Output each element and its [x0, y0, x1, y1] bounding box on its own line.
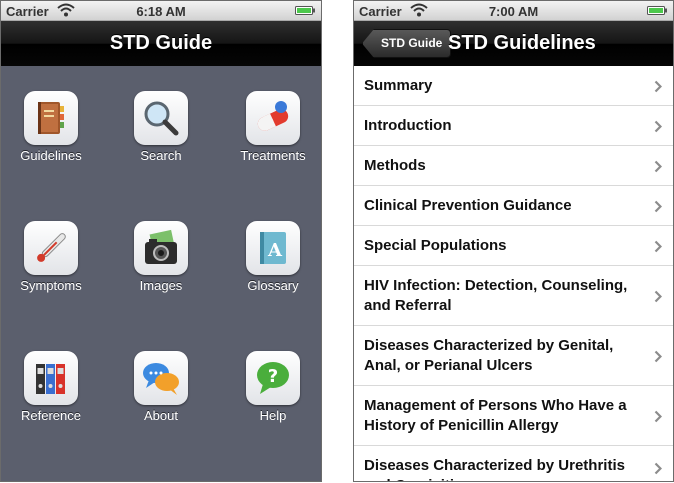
list-item-label: Special Populations: [364, 236, 507, 254]
home-item-label: About: [144, 408, 178, 423]
list-item-label: Introduction: [364, 116, 452, 134]
list-item[interactable]: Summary: [354, 66, 673, 106]
guidelines-list: Summary Introduction Methods Clinical Pr…: [354, 66, 673, 481]
home-item-help[interactable]: ? Help: [223, 351, 321, 423]
chevron-right-icon: [654, 350, 662, 362]
nav-bar: STD Guide STD Guidelines: [354, 21, 673, 66]
chevron-right-icon: [654, 462, 662, 475]
status-time: 6:18 AM: [136, 4, 186, 19]
page-title: STD Guide: [109, 32, 213, 54]
home-item-label: Images: [139, 278, 183, 293]
chevron-right-icon: [654, 240, 662, 252]
magnifier-icon: [134, 91, 188, 145]
status-bar: Carrier 7:00 AM: [354, 1, 673, 21]
list-item[interactable]: Diseases Characterized by Genital, Anal,…: [354, 326, 673, 386]
list-item-label: Methods: [364, 156, 426, 174]
list-item-label: HIV Infection: Detection, Counseling, an…: [364, 276, 628, 314]
home-screen: Carrier 6:18 AM STD Guide Guidelines Sea…: [0, 0, 322, 482]
list-item[interactable]: HIV Infection: Detection, Counseling, an…: [354, 266, 673, 326]
list-item-label: Management of Persons Who Have a History…: [364, 396, 627, 434]
chevron-right-icon: [654, 410, 662, 422]
guidelines-screen: Carrier 7:00 AM STD Guide STD Guidelines…: [353, 0, 674, 482]
thermometer-icon: [24, 221, 78, 275]
chevron-right-icon: [654, 290, 662, 302]
list-item-label: Diseases Characterized by Urethritis and…: [364, 457, 625, 481]
battery-icon: [295, 6, 315, 15]
page-title: STD Guidelines: [448, 32, 596, 54]
speech-bubbles-icon: [134, 351, 188, 405]
glossary-book-icon: A: [246, 221, 300, 275]
help-bubble-icon: ?: [246, 351, 300, 405]
list-item[interactable]: Methods: [354, 146, 673, 186]
home-item-images[interactable]: Images: [111, 221, 211, 293]
home-item-guidelines[interactable]: Guidelines: [1, 91, 101, 163]
home-item-glossary[interactable]: A Glossary: [223, 221, 321, 293]
home-item-reference[interactable]: Reference: [1, 351, 101, 423]
home-item-label: Glossary: [247, 278, 299, 293]
home-item-label: Treatments: [240, 148, 306, 163]
home-item-label: Guidelines: [20, 148, 82, 163]
list-item[interactable]: Special Populations: [354, 226, 673, 266]
chevron-right-icon: [654, 160, 662, 172]
nav-bar: STD Guide: [1, 21, 321, 66]
svg-text:A: A: [267, 240, 283, 261]
home-item-label: Reference: [21, 408, 81, 423]
home-item-about[interactable]: About: [111, 351, 211, 423]
binders-icon: [24, 351, 78, 405]
camera-icon: [134, 221, 188, 275]
home-item-search[interactable]: Search: [111, 91, 211, 163]
list-item-label: Clinical Prevention Guidance: [364, 196, 572, 214]
home-item-label: Search: [140, 148, 182, 163]
home-grid: Guidelines Search Treatments Symptoms Im…: [1, 66, 321, 481]
list-item[interactable]: Management of Persons Who Have a History…: [354, 386, 673, 446]
status-bar: Carrier 6:18 AM: [1, 1, 321, 21]
status-time: 7:00 AM: [488, 4, 539, 19]
home-item-symptoms[interactable]: Symptoms: [1, 221, 101, 293]
list-item-label: Summary: [364, 76, 433, 94]
list-item[interactable]: Introduction: [354, 106, 673, 146]
list-item-label: Diseases Characterized by Genital, Anal,…: [364, 336, 614, 374]
home-item-label: Symptoms: [20, 278, 82, 293]
chevron-right-icon: [654, 120, 662, 132]
chevron-right-icon: [654, 200, 662, 212]
book-icon: [24, 91, 78, 145]
svg-text:?: ?: [268, 366, 278, 387]
home-item-label: Help: [259, 408, 287, 423]
chevron-right-icon: [654, 80, 662, 92]
battery-icon: [647, 6, 667, 15]
list-item[interactable]: Clinical Prevention Guidance: [354, 186, 673, 226]
back-button[interactable]: STD Guide: [362, 29, 452, 58]
home-item-treatments[interactable]: Treatments: [223, 91, 321, 163]
pill-icon: [246, 91, 300, 145]
list-item[interactable]: Diseases Characterized by Urethritis and…: [354, 446, 673, 481]
